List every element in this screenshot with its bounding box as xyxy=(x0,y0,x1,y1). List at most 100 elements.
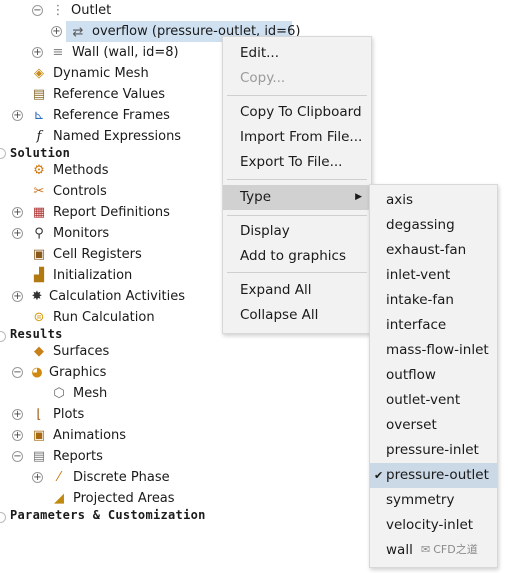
type-option[interactable]: outflow xyxy=(370,363,497,388)
tree-item-label: Monitors xyxy=(53,226,110,241)
tree-item-label: Run Calculation xyxy=(53,310,155,325)
boundary-group-icon: ⋮ xyxy=(51,2,65,18)
type-option[interactable]: inlet-vent xyxy=(370,263,497,288)
menu-item-import-from-file[interactable]: Import From File... xyxy=(223,125,371,149)
expand-icon[interactable]: + xyxy=(32,47,43,58)
expand-icon[interactable]: + xyxy=(12,228,23,239)
type-option[interactable]: pressure-inlet xyxy=(370,438,497,463)
tree-item-graphics[interactable]: − ◕ Graphics xyxy=(0,362,220,383)
collapse-icon[interactable]: − xyxy=(12,451,23,462)
tree-item-outlet[interactable]: − ⋮ Outlet xyxy=(0,0,220,21)
tree-item-reports[interactable]: − ▤ Reports xyxy=(0,446,220,467)
tree-item-plots[interactable]: + ⌊ Plots xyxy=(0,404,220,425)
function-icon: f xyxy=(36,128,42,144)
expand-icon[interactable]: + xyxy=(12,291,23,302)
tree-item-label: Cell Registers xyxy=(53,247,142,262)
mesh-icon: ⬡ xyxy=(53,385,65,401)
tree-item-cell-registers[interactable]: ▣ Cell Registers xyxy=(0,244,220,265)
run-calculation-icon: ⊜ xyxy=(33,309,45,325)
type-option[interactable]: degassing xyxy=(370,213,497,238)
tree-item-calculation-activities[interactable]: + ✸ Calculation Activities xyxy=(0,286,220,307)
tree-item-label: Wall (wall, id=8) xyxy=(72,45,179,60)
dynamic-mesh-icon: ◈ xyxy=(34,65,44,81)
tree-item-label: Reference Values xyxy=(53,87,166,102)
type-option[interactable]: interface xyxy=(370,313,497,338)
tree-item-mesh[interactable]: ⬡ Mesh xyxy=(0,383,220,404)
menu-item-expand-all[interactable]: Expand All xyxy=(223,278,371,302)
expand-icon[interactable] xyxy=(0,512,6,523)
type-option[interactable]: overset xyxy=(370,413,497,438)
tree-item-label: Initialization xyxy=(53,268,133,283)
tree-item-label: Graphics xyxy=(49,365,107,380)
type-option-label: pressure-outlet xyxy=(386,467,489,483)
tree-item-reference-frames[interactable]: + ⊾ Reference Frames xyxy=(0,105,220,126)
menu-item-display[interactable]: Display xyxy=(223,219,371,243)
type-option-selected[interactable]: ✔ pressure-outlet xyxy=(370,463,497,488)
menu-item-copy: Copy... xyxy=(240,70,286,86)
expand-icon[interactable]: + xyxy=(12,409,23,420)
watermark-text: CFD之道 xyxy=(433,543,478,556)
tree-item-wall[interactable]: + ≡ Wall (wall, id=8) xyxy=(0,42,220,63)
tree-item-dynamic-mesh[interactable]: ◈ Dynamic Mesh xyxy=(0,63,220,84)
tree-item-label: Outlet xyxy=(71,3,112,18)
type-option[interactable]: mass-flow-inlet xyxy=(370,338,497,363)
tree-item-label: Surfaces xyxy=(53,344,110,359)
section-header-parameters[interactable]: Parameters & Customization xyxy=(10,506,206,524)
tree-item-report-definitions[interactable]: + ▦ Report Definitions xyxy=(0,202,220,223)
type-option[interactable]: symmetry xyxy=(370,488,497,513)
expand-icon[interactable]: + xyxy=(12,207,23,218)
menu-separator xyxy=(227,179,367,180)
expand-icon[interactable]: + xyxy=(12,110,23,121)
expand-icon[interactable]: + xyxy=(32,472,43,483)
tree-item-label: Reference Frames xyxy=(53,108,170,123)
tree-item-monitors[interactable]: + ⚲ Monitors xyxy=(0,223,220,244)
expand-icon[interactable]: + xyxy=(12,430,23,441)
tree-item-label: Plots xyxy=(53,407,85,422)
collapse-icon[interactable]: − xyxy=(12,367,23,378)
tree-item-surfaces[interactable]: ◆ Surfaces xyxy=(0,341,220,362)
axes-icon: ⊾ xyxy=(33,107,45,123)
type-option[interactable]: axis xyxy=(370,188,497,213)
tree-item-initialization[interactable]: ▟ Initialization xyxy=(0,265,220,286)
tree-item-reference-values[interactable]: ▤ Reference Values xyxy=(0,84,220,105)
wechat-icon: ✉ xyxy=(421,542,431,556)
initialization-icon: ▟ xyxy=(34,267,44,283)
tree-item-label: Mesh xyxy=(73,386,108,401)
methods-icon: ⚙ xyxy=(33,162,45,178)
context-menu: Edit... Copy... Copy To Clipboard Import… xyxy=(222,36,372,334)
type-option[interactable]: exhaust-fan xyxy=(370,238,497,263)
collapse-icon[interactable]: − xyxy=(32,5,43,16)
tree-item-label: Calculation Activities xyxy=(49,289,185,304)
menu-item-add-to-graphics[interactable]: Add to graphics xyxy=(223,244,371,268)
tree-item-label: Report Definitions xyxy=(53,205,170,220)
report-definitions-icon: ▦ xyxy=(32,204,46,220)
expand-icon[interactable]: + xyxy=(51,26,62,37)
tree-item-methods[interactable]: ⚙ Methods xyxy=(0,160,220,181)
menu-separator xyxy=(227,95,367,96)
gear-icon: ✸ xyxy=(31,288,43,304)
tree-item-label: Animations xyxy=(53,428,127,443)
tree-item-label: Controls xyxy=(53,184,107,199)
controls-icon: ✂ xyxy=(33,183,45,199)
graphics-icon: ◕ xyxy=(31,364,43,380)
tree-item-label: Methods xyxy=(53,163,109,178)
menu-item-type[interactable]: Type ▶ xyxy=(223,185,371,210)
tree-item-label: Dynamic Mesh xyxy=(53,66,149,81)
menu-item-collapse-all[interactable]: Collapse All xyxy=(223,303,371,327)
tree-item-animations[interactable]: + ▣ Animations xyxy=(0,425,220,446)
menu-item-copy-to-clipboard[interactable]: Copy To Clipboard xyxy=(223,100,371,124)
type-option[interactable]: velocity-inlet xyxy=(370,513,497,538)
menu-item-edit[interactable]: Edit... xyxy=(223,41,371,65)
cell-registers-icon: ▣ xyxy=(32,246,46,262)
watermark: ✉ CFD之道 xyxy=(421,541,478,557)
type-option[interactable]: intake-fan xyxy=(370,288,497,313)
expand-icon[interactable] xyxy=(0,148,6,159)
menu-item-export-to-file[interactable]: Export To File... xyxy=(223,150,371,174)
projected-areas-icon: ◢ xyxy=(54,490,64,506)
tree-item-controls[interactable]: ✂ Controls xyxy=(0,181,220,202)
checkmark-icon: ✔ xyxy=(374,469,384,482)
tree-item-discrete-phase[interactable]: + ⁄ Discrete Phase xyxy=(0,467,220,488)
type-submenu: axis degassing exhaust-fan inlet-vent in… xyxy=(369,184,498,568)
animations-icon: ▣ xyxy=(32,427,46,443)
type-option[interactable]: outlet-vent xyxy=(370,388,497,413)
